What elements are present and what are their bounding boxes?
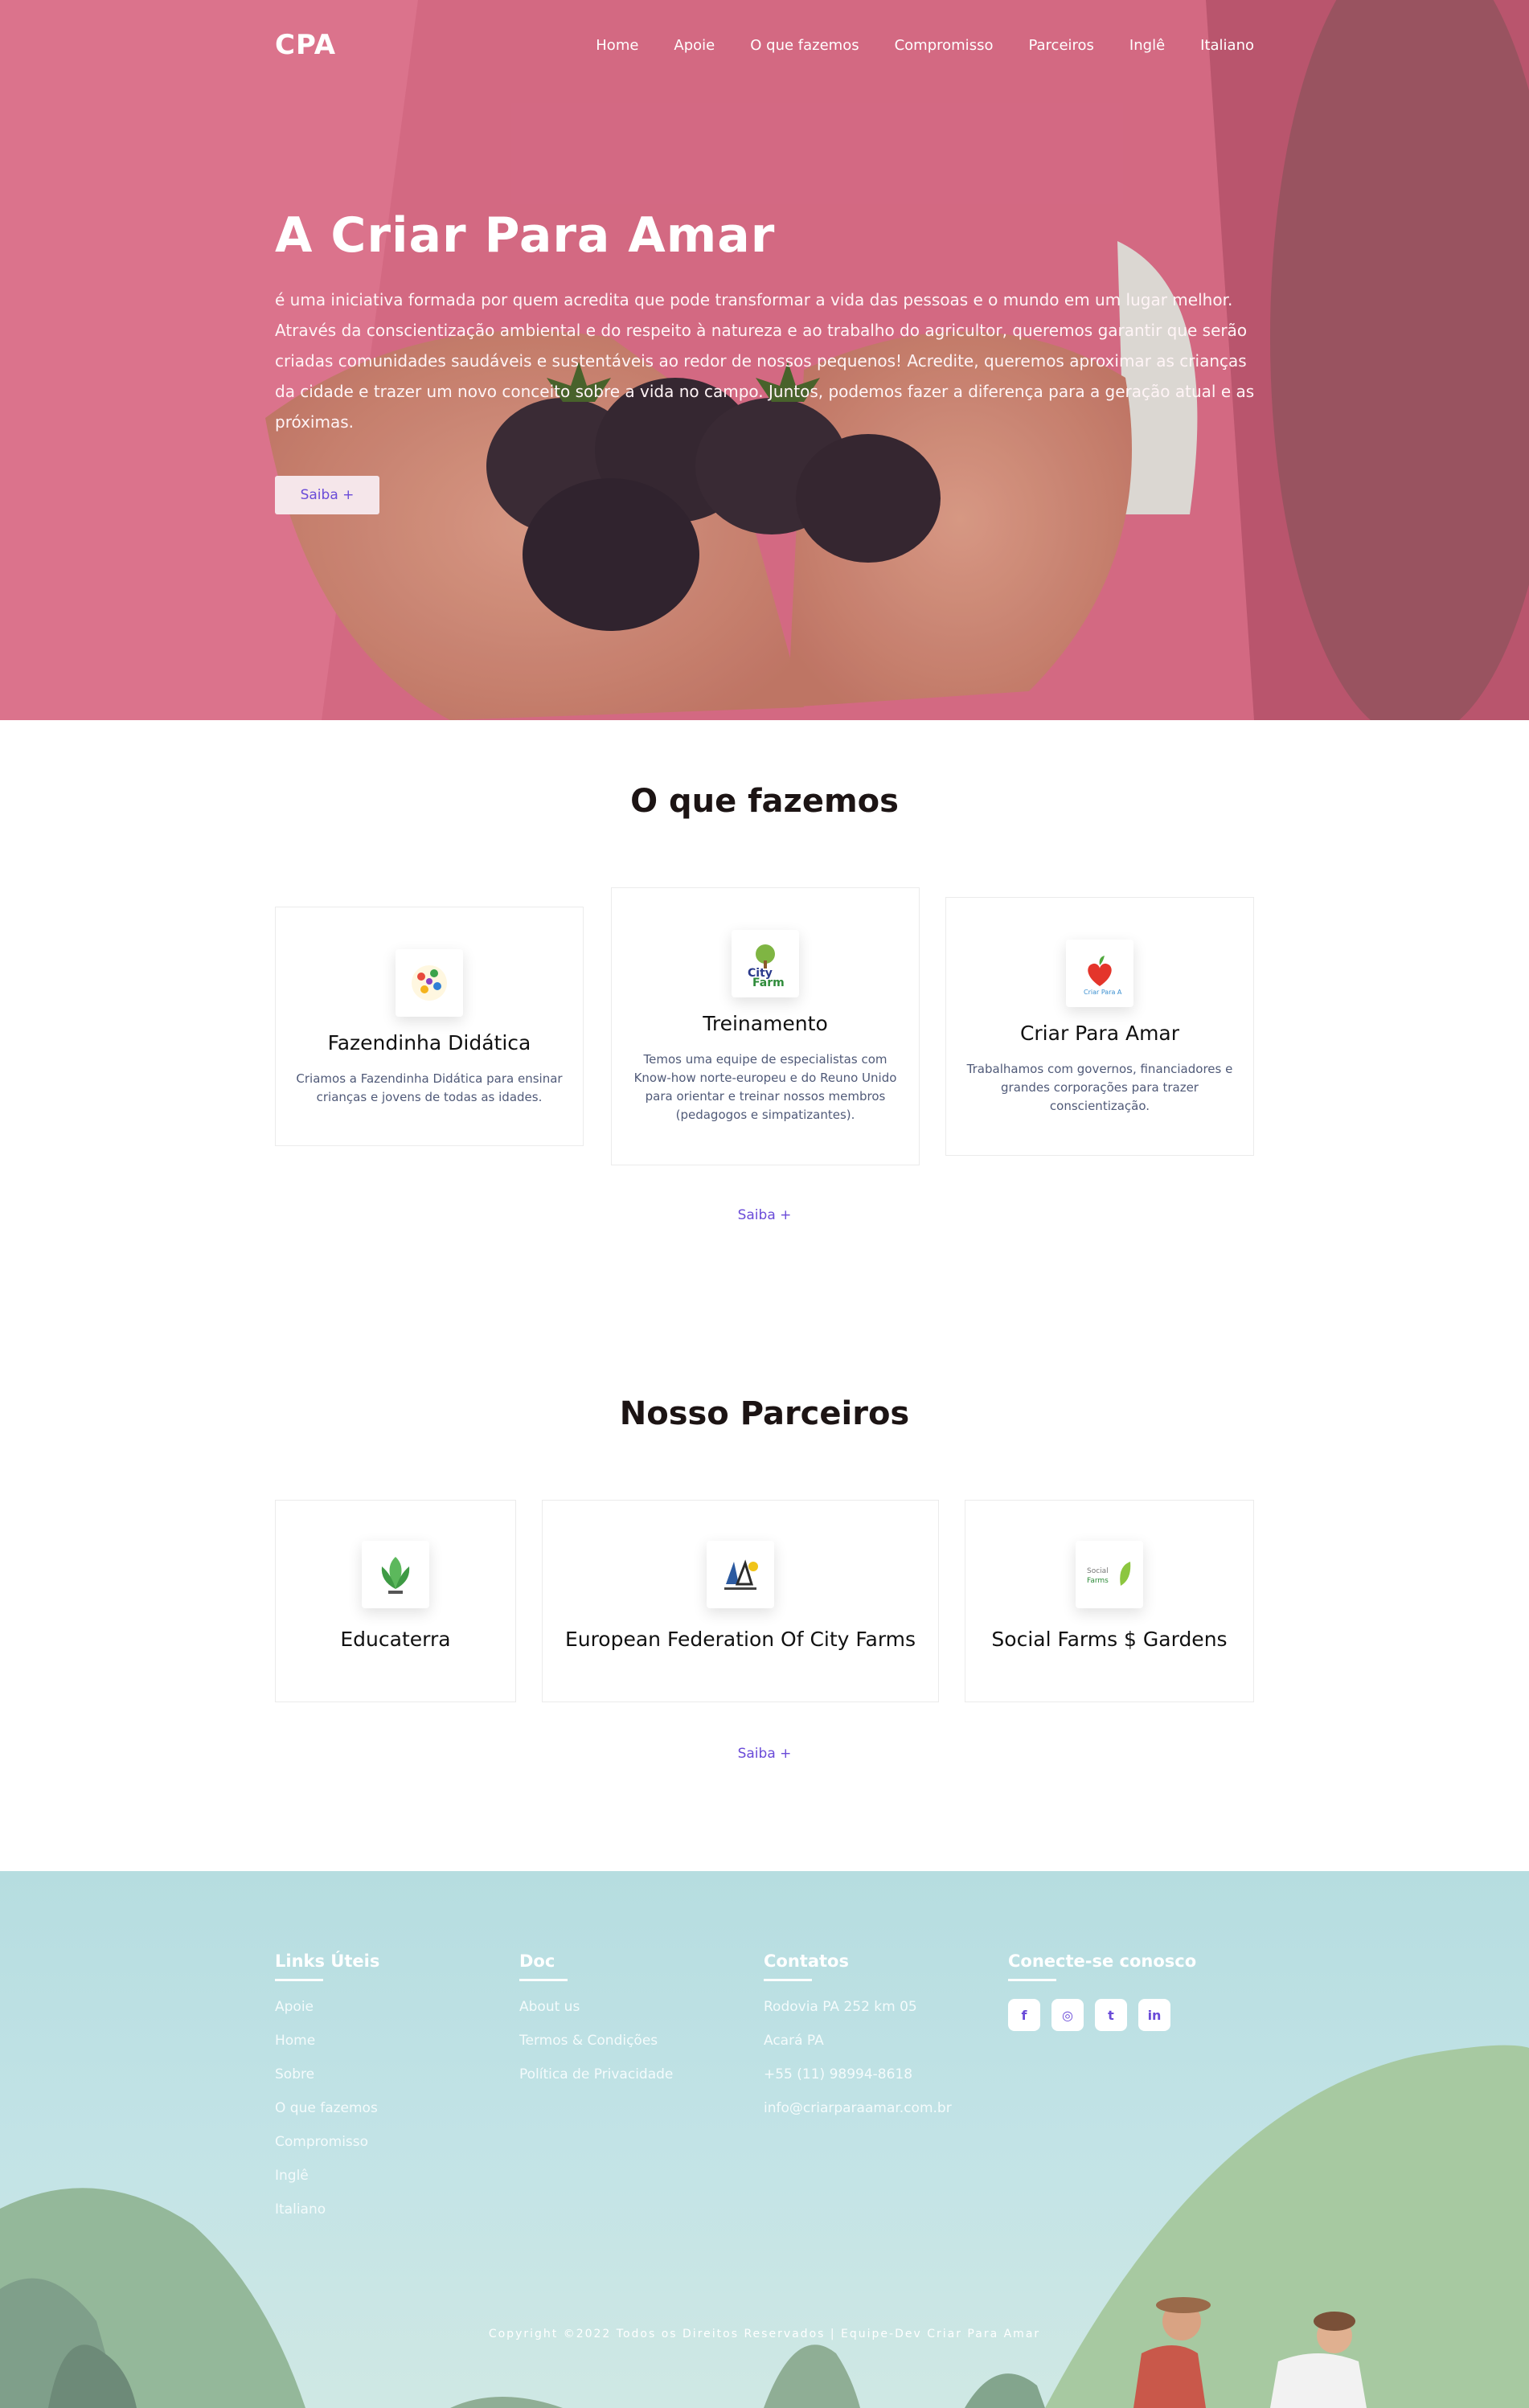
footer-title-underline <box>764 1979 812 1981</box>
city-farms-federation-logo-icon <box>707 1541 774 1608</box>
footer-title-underline <box>519 1979 568 1981</box>
site-footer: Links Úteis Apoie Home Sobre O que fazem… <box>0 1871 1529 2408</box>
footer-contact-address: Rodovia PA 252 km 05 <box>764 1999 917 2015</box>
hero-description: é uma iniciativa formada por quem acredi… <box>275 290 1255 432</box>
what-we-do-title: O que fazemos <box>630 783 899 820</box>
footer-link-home[interactable]: Home <box>275 2033 379 2066</box>
footer-link-sobre[interactable]: Sobre <box>275 2066 379 2100</box>
nav-link-o-que-fazemos[interactable]: O que fazemos <box>750 37 859 54</box>
service-card-title: Criar Para Amar <box>1019 1022 1180 1045</box>
footer-doc-terms[interactable]: Termos & Condições <box>519 2033 673 2066</box>
footer-doc-column: Doc About us Termos & Condições Política… <box>519 1951 673 2100</box>
hero-section: CPA Home Apoie O que fazemos Compromisso… <box>0 0 1529 720</box>
footer-title-underline <box>1008 1979 1056 1981</box>
footer-link-ingle[interactable]: Inglê <box>275 2168 379 2201</box>
heart-plant-logo-icon: Criar Para Amar <box>1066 940 1133 1007</box>
educaterra-logo-icon <box>362 1541 429 1608</box>
service-card-title: Fazendinha Didática <box>327 1031 531 1055</box>
svg-text:Farm: Farm <box>752 977 785 988</box>
social-farms-logo-icon: Social Farms <box>1076 1541 1143 1608</box>
site-logo[interactable]: CPA <box>275 29 336 61</box>
partner-card-educaterra[interactable]: Educaterra <box>275 1500 516 1702</box>
facebook-icon[interactable]: f <box>1008 1999 1040 2031</box>
footer-links-column: Links Úteis Apoie Home Sobre O que fazem… <box>275 1951 379 2235</box>
nav-link-compromisso[interactable]: Compromisso <box>895 37 994 54</box>
svg-text:Social: Social <box>1087 1567 1109 1575</box>
svg-text:Farms: Farms <box>1087 1577 1109 1585</box>
social-links: f ◎ t in <box>1008 1999 1196 2031</box>
svg-text:Criar Para Amar: Criar Para Amar <box>1084 989 1122 996</box>
footer-connect-title: Conecte-se conosco <box>1008 1951 1197 1971</box>
hero-saiba-button[interactable]: Saiba + <box>275 476 379 514</box>
partner-card-title: Social Farms $ Gardens <box>991 1628 1228 1651</box>
footer-contact-email[interactable]: info@criarparaamar.com.br <box>764 2100 952 2134</box>
fazendinha-logo-icon <box>396 949 463 1017</box>
hero-title: A Criar Para Amar <box>275 207 776 264</box>
partner-card-title: European Federation Of City Farms <box>564 1628 916 1651</box>
footer-link-o-que-fazemos[interactable]: O que fazemos <box>275 2100 379 2134</box>
service-card-treinamento[interactable]: City Farm Treinamento Temos uma equipe de… <box>611 887 920 1165</box>
partner-card-european-federation[interactable]: European Federation Of City Farms <box>542 1500 939 1702</box>
footer-contact-phone[interactable]: +55 (11) 98994-8618 <box>764 2066 952 2100</box>
nav-menu: Home Apoie O que fazemos Compromisso Par… <box>596 37 1254 54</box>
partners-saiba-link[interactable]: Saiba + <box>0 1746 1529 1762</box>
nav-link-italiano[interactable]: Italiano <box>1200 37 1254 54</box>
footer-link-compromisso[interactable]: Compromisso <box>275 2134 379 2168</box>
footer-copyright: Copyright ©2022 Todos os Direitos Reserv… <box>488 2328 1041 2340</box>
twitter-icon[interactable]: t <box>1095 1999 1127 2031</box>
service-card-text: Temos uma equipe de especialistas com Kn… <box>633 1052 897 1122</box>
partner-card-social-farms[interactable]: Social Farms Social Farms $ Gardens <box>965 1500 1254 1702</box>
footer-contacts-column: Contatos Rodovia PA 252 km 05 Acará PA +… <box>764 1951 952 2134</box>
footer-contacts-title: Contatos <box>764 1951 849 1971</box>
service-card-title: Treinamento <box>703 1012 828 1035</box>
partner-card-title: Educaterra <box>340 1628 451 1651</box>
footer-contact-city: Acará PA <box>764 2033 824 2049</box>
nav-link-ingle[interactable]: Inglê <box>1129 37 1165 54</box>
footer-link-apoie[interactable]: Apoie <box>275 1999 379 2033</box>
footer-doc-privacy[interactable]: Política de Privacidade <box>519 2066 673 2100</box>
footer-link-italiano[interactable]: Italiano <box>275 2201 379 2235</box>
footer-title-underline <box>275 1979 323 1981</box>
what-we-do-saiba-link[interactable]: Saiba + <box>0 1207 1529 1223</box>
footer-connect-column: Conecte-se conosco f ◎ t in <box>1008 1951 1196 2031</box>
service-card-fazendinha[interactable]: Fazendinha Didática Criamos a Fazendinha… <box>275 907 584 1146</box>
footer-links-title: Links Úteis <box>275 1951 380 1971</box>
nav-link-apoie[interactable]: Apoie <box>674 37 715 54</box>
footer-doc-about[interactable]: About us <box>519 1999 673 2033</box>
service-card-text: Criamos a Fazendinha Didática para ensin… <box>296 1071 563 1104</box>
linkedin-icon[interactable]: in <box>1138 1999 1170 2031</box>
nav-link-parceiros[interactable]: Parceiros <box>1028 37 1093 54</box>
city-farm-logo-icon: City Farm <box>732 930 799 997</box>
footer-doc-title: Doc <box>519 1951 555 1971</box>
nav-link-home[interactable]: Home <box>596 37 638 54</box>
service-card-criar-para-amar[interactable]: Criar Para Amar Criar Para Amar Trabalha… <box>945 897 1254 1156</box>
service-card-text: Trabalhamos com governos, financiadores … <box>966 1062 1233 1113</box>
instagram-icon[interactable]: ◎ <box>1051 1999 1084 2031</box>
partners-title: Nosso Parceiros <box>619 1395 910 1432</box>
top-navigation: CPA Home Apoie O que fazemos Compromisso… <box>275 29 1254 61</box>
